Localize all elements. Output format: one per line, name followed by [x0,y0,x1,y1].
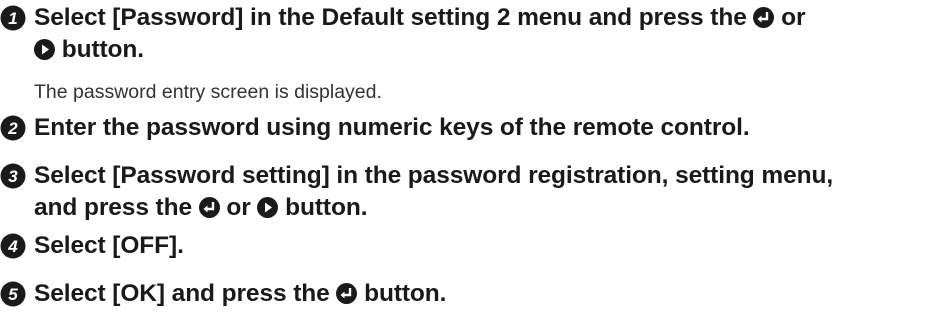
enter-icon [753,7,775,28]
step-1-text-a: Select [Password] in the Default setting… [34,4,754,31]
step-1-or: or [774,4,806,31]
step-3-text-a: and press the [34,194,199,221]
enter-icon [336,283,358,304]
step-number-4-label: 4 [7,237,18,256]
step-3: 3 Select [Password setting] in the passw… [0,160,940,224]
step-5-text-a: Select [OK] and press the [34,280,337,307]
step-1-note: The password entry screen is displayed. [34,81,382,103]
step-3-text-line1: Select [Password setting] in the passwor… [34,162,834,189]
step-1: 1 Select [Password] in the Default setti… [0,2,940,66]
right-arrow-icon [34,39,55,60]
step-5-text-b: button. [357,280,447,307]
step-number-2-label: 2 [7,119,18,138]
step-1-text-b: button. [55,36,144,63]
right-arrow-icon [257,197,279,218]
step-4: 4 Select [OFF]. [0,230,940,262]
step-number-4-icon: 4 [0,233,26,259]
step-number-1-label: 1 [8,9,17,28]
enter-icon [198,197,220,218]
step-2: 2 Enter the password using numeric keys … [0,112,940,144]
step-number-3-label: 3 [8,167,18,186]
step-number-1-icon: 1 [0,5,26,31]
step-3-or: or [219,194,258,221]
step-3-text-b: button. [278,194,368,221]
step-5: 5 Select [OK] and press the button. [0,278,940,310]
step-number-2-icon: 2 [0,115,26,141]
step-number-3-icon: 3 [0,163,26,189]
step-2-text: Enter the password using numeric keys of… [34,114,750,141]
step-number-5-label: 5 [8,285,18,304]
step-number-5-icon: 5 [0,281,26,307]
step-4-text: Select [OFF]. [34,232,184,259]
